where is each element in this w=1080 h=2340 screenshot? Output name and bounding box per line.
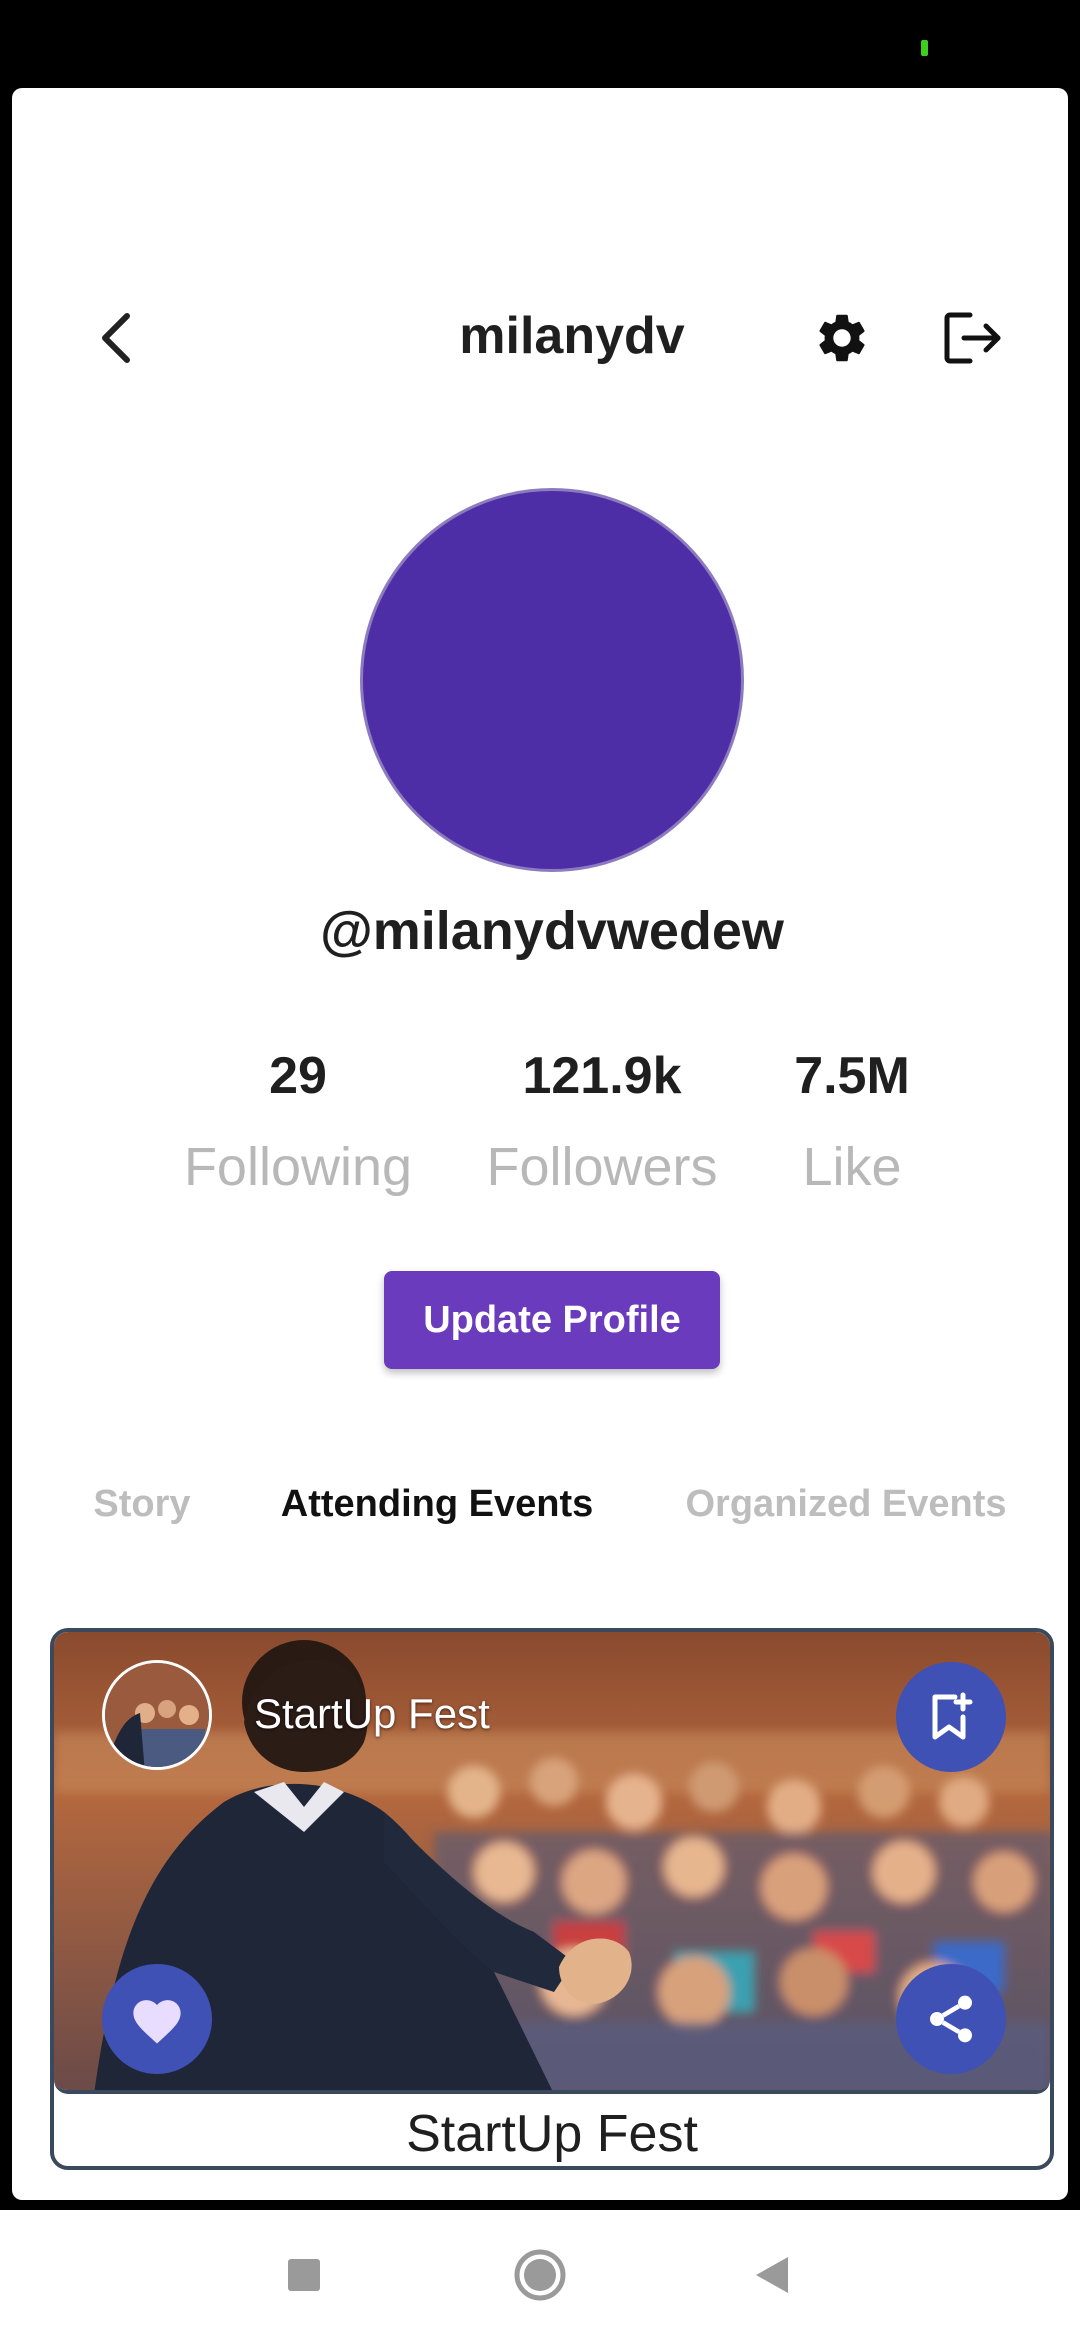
page-title: milanydv bbox=[459, 307, 685, 365]
back-button[interactable] bbox=[82, 298, 152, 378]
followers-count: 121.9k bbox=[522, 1047, 682, 1105]
share-button[interactable] bbox=[896, 1964, 1006, 2074]
like-button[interactable] bbox=[102, 1964, 212, 2074]
system-nav-bar bbox=[0, 2210, 1080, 2340]
tab-organized-events[interactable]: Organized Events bbox=[676, 1483, 1016, 1526]
avatar[interactable] bbox=[360, 488, 744, 872]
followers-label[interactable]: Followers bbox=[462, 1136, 742, 1198]
recents-button[interactable] bbox=[254, 2225, 354, 2325]
profile-screen: milanydv @milanydvwedew 29 Following 121… bbox=[12, 88, 1068, 2200]
event-image: StartUp Fest bbox=[54, 1632, 1050, 2094]
like-count: 7.5M bbox=[794, 1047, 910, 1105]
gear-icon bbox=[819, 314, 865, 362]
event-title: StartUp Fest bbox=[406, 2105, 698, 2163]
like-label[interactable]: Like bbox=[772, 1136, 932, 1198]
event-card[interactable]: StartUp Fest StartUp Fest bbox=[50, 1628, 1054, 2170]
update-profile-button[interactable]: Update Profile bbox=[384, 1271, 720, 1369]
triangle-back-icon bbox=[756, 2257, 788, 2293]
logout-button[interactable] bbox=[937, 303, 1009, 373]
following-label[interactable]: Following bbox=[168, 1136, 428, 1198]
heart-icon bbox=[133, 2000, 181, 2044]
status-bar bbox=[0, 0, 1080, 88]
system-back-button[interactable] bbox=[722, 2225, 822, 2325]
share-icon bbox=[930, 1995, 972, 2043]
profile-handle: @milanydvwedew bbox=[320, 901, 784, 961]
square-icon bbox=[288, 2259, 320, 2291]
bookmark-add-icon bbox=[932, 1692, 973, 1740]
following-count: 29 bbox=[269, 1047, 327, 1105]
event-organizer-avatar[interactable] bbox=[102, 1660, 212, 1770]
circle-icon bbox=[514, 2249, 566, 2301]
tab-story[interactable]: Story bbox=[82, 1483, 202, 1526]
logout-icon bbox=[944, 312, 1001, 364]
chevron-left-icon bbox=[102, 313, 130, 363]
bookmark-button[interactable] bbox=[896, 1662, 1006, 1772]
signal-indicator bbox=[921, 40, 928, 56]
home-button[interactable] bbox=[490, 2225, 590, 2325]
settings-button[interactable] bbox=[807, 303, 877, 373]
event-overlay-title: StartUp Fest bbox=[254, 1690, 490, 1737]
tab-attending-events[interactable]: Attending Events bbox=[272, 1483, 602, 1526]
